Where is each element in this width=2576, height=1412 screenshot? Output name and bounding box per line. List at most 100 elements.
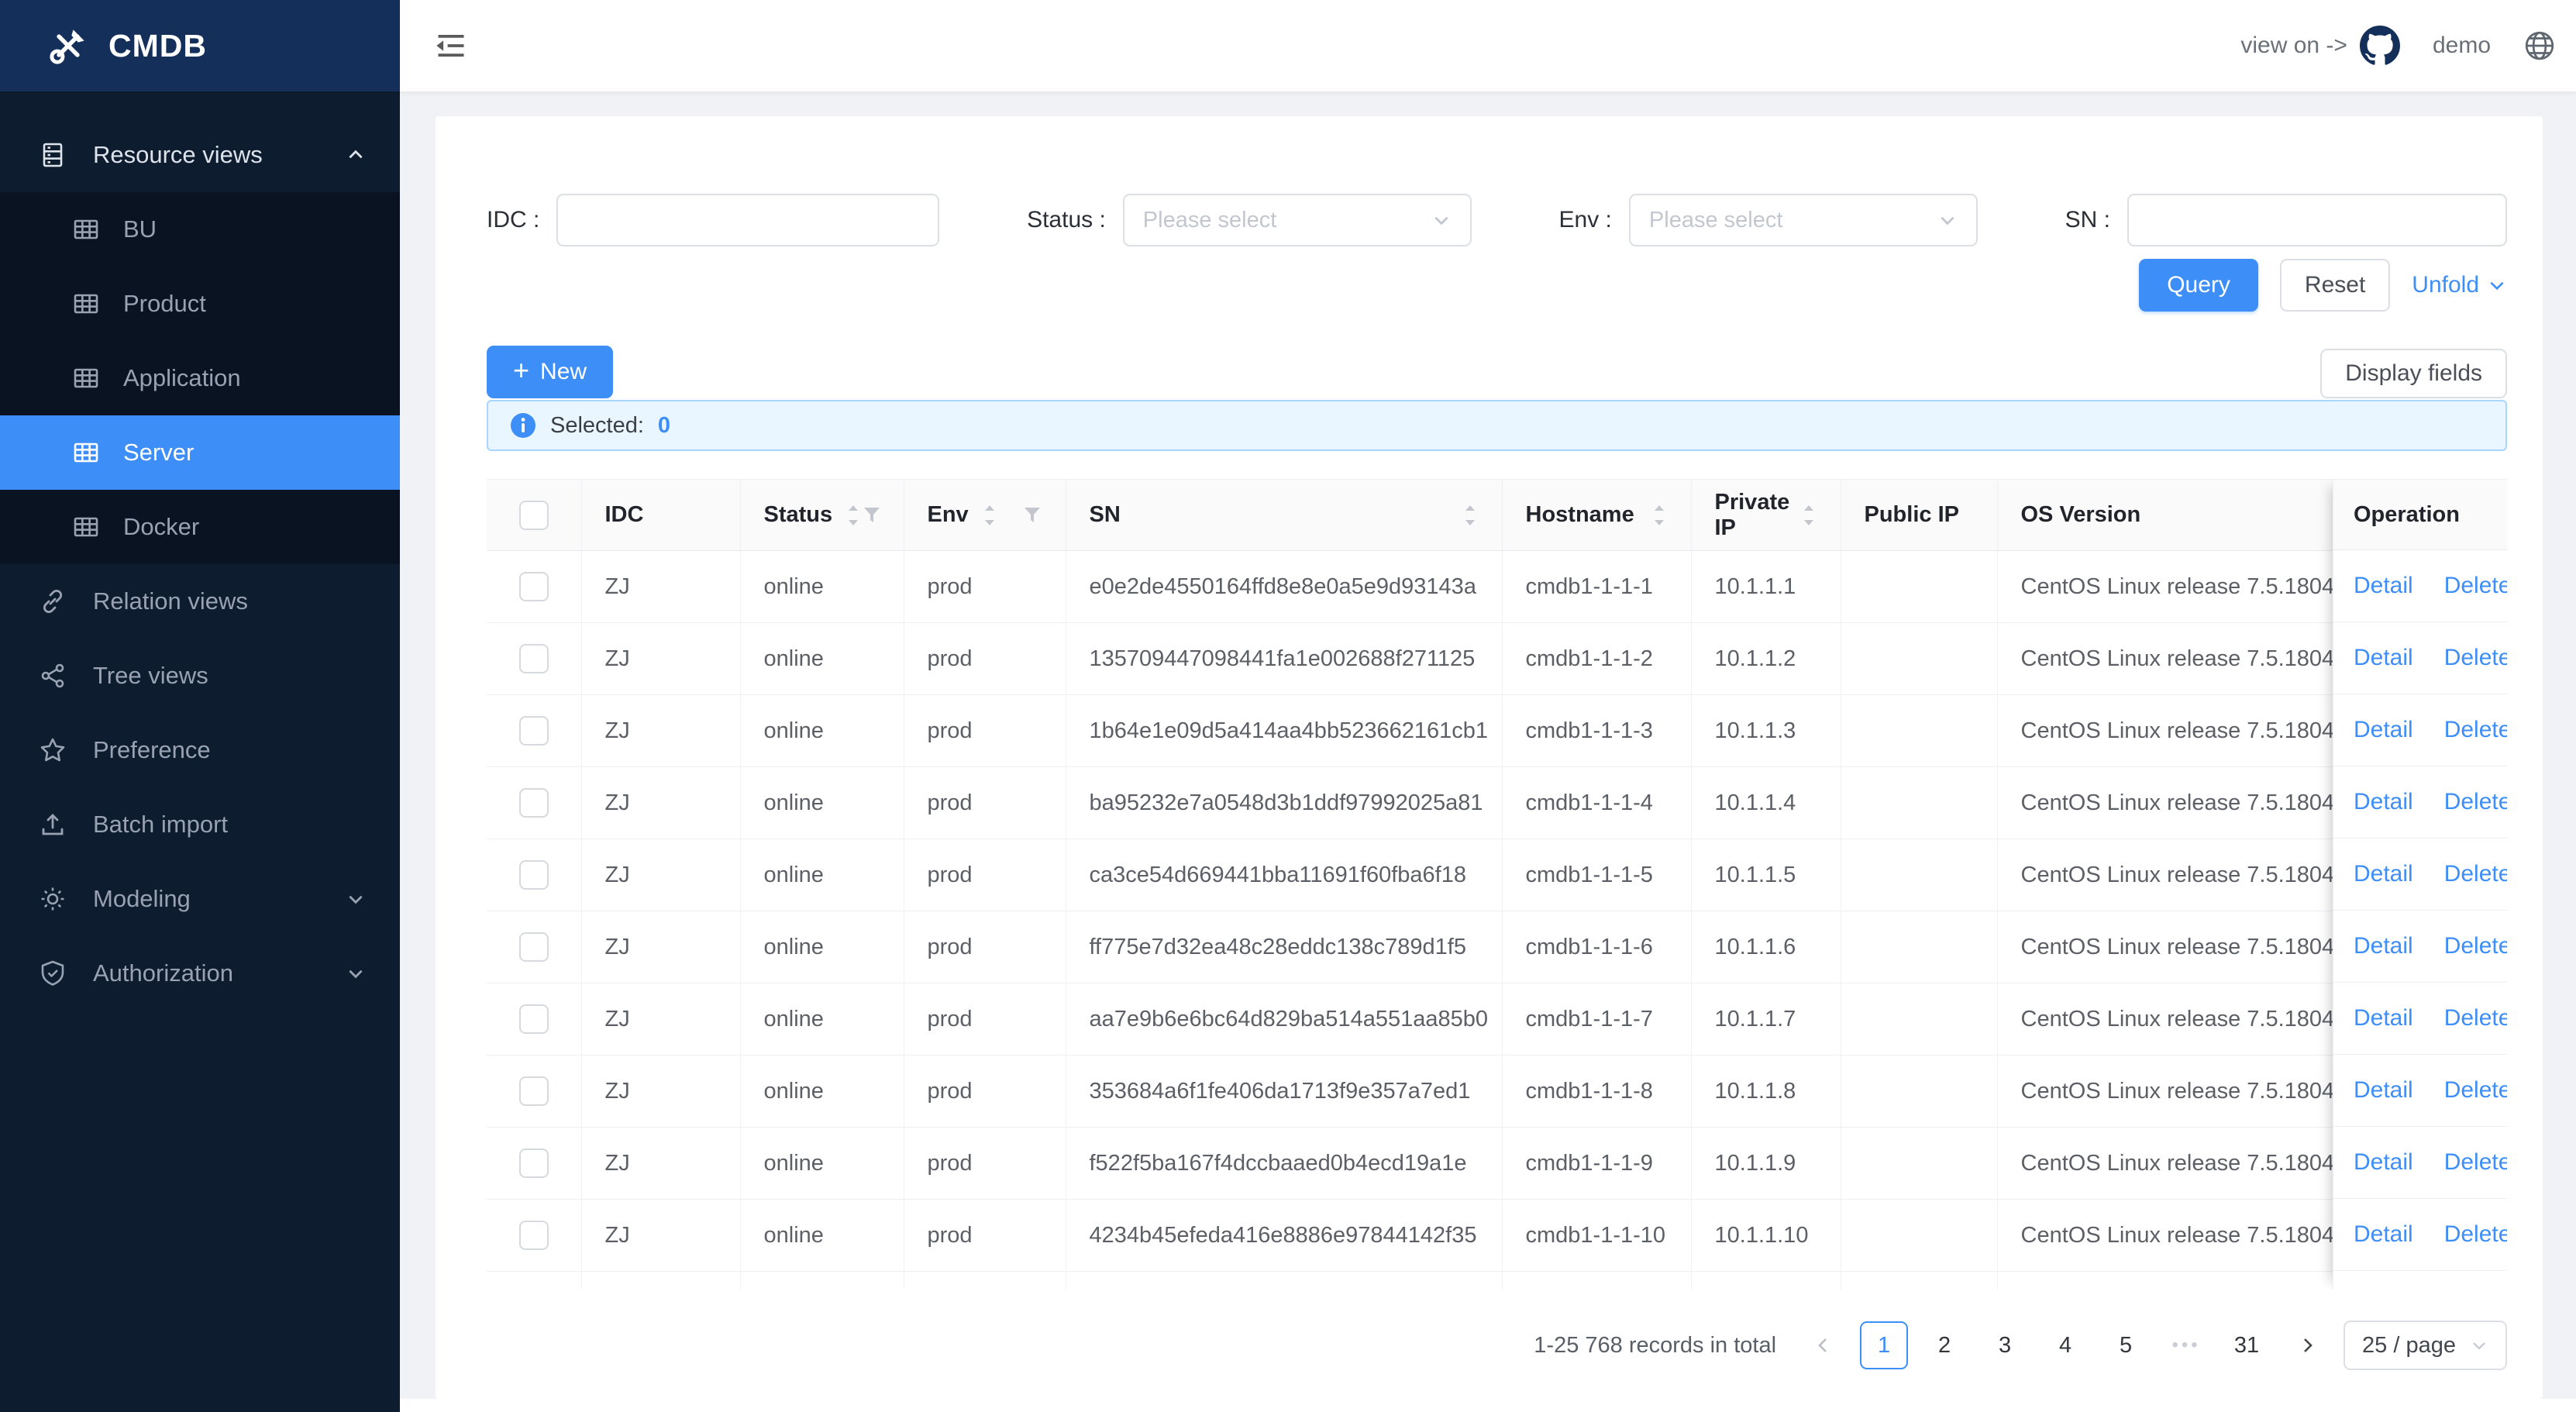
menu-fold-icon[interactable] — [434, 29, 468, 63]
detail-link[interactable]: Detail — [2354, 1077, 2413, 1104]
detail-link[interactable]: Detail — [2354, 933, 2413, 959]
row-checkbox[interactable] — [519, 716, 549, 746]
cell-public_ip — [1841, 551, 1997, 623]
filter-group-idc: IDC : — [487, 194, 939, 246]
filter-funnel-icon[interactable] — [1022, 505, 1042, 525]
query-button[interactable]: Query — [2139, 259, 2258, 312]
sidebar-item-modeling[interactable]: Modeling — [0, 862, 400, 936]
sidebar-item-bu[interactable]: BU — [0, 192, 400, 267]
delete-link[interactable]: Delete — [2444, 573, 2507, 599]
sn-input[interactable] — [2127, 194, 2507, 246]
unfold-link[interactable]: Unfold — [2412, 272, 2507, 298]
cell-idc — [581, 1272, 740, 1290]
username[interactable]: demo — [2433, 33, 2491, 59]
table-row: ZJonlineprod353684a6f1fe406da1713f9e357a… — [487, 1056, 2507, 1128]
tools-logo-icon — [48, 26, 88, 66]
display-fields-button[interactable]: Display fields — [2320, 349, 2507, 398]
page-button-1[interactable]: 1 — [1860, 1321, 1908, 1369]
gear-icon — [39, 885, 67, 913]
cell-status: online — [740, 1128, 904, 1200]
sidebar-item-docker[interactable]: Docker — [0, 490, 400, 564]
env-select[interactable]: Please select — [1629, 194, 1978, 246]
cell-status: online — [740, 983, 904, 1056]
detail-link[interactable]: Detail — [2354, 645, 2413, 671]
column-label: IDC — [605, 502, 644, 528]
cell-env: prod — [904, 911, 1066, 983]
row-checkbox[interactable] — [519, 644, 549, 673]
shield-icon — [39, 959, 67, 987]
detail-link[interactable]: Detail — [2354, 1149, 2413, 1176]
detail-link[interactable]: Detail — [2354, 717, 2413, 743]
cell-status: online — [740, 695, 904, 767]
sidebar-item-authorization[interactable]: Authorization — [0, 936, 400, 1011]
new-button[interactable]: + New — [487, 346, 613, 398]
select-all-checkbox[interactable] — [519, 501, 549, 530]
view-on-github-link[interactable]: view on -> — [2240, 26, 2400, 66]
detail-link[interactable]: Detail — [2354, 861, 2413, 887]
sidebar-item-server[interactable]: Server — [0, 415, 400, 490]
delete-link[interactable]: Delete — [2444, 717, 2507, 743]
sort-carets-icon[interactable] — [1651, 505, 1668, 526]
page-button-2[interactable]: 2 — [1920, 1321, 1968, 1369]
delete-link[interactable]: Delete — [2444, 933, 2507, 959]
sidebar-item-application[interactable]: Application — [0, 341, 400, 415]
sidebar-item-tree-views[interactable]: Tree views — [0, 639, 400, 713]
row-checkbox[interactable] — [519, 860, 549, 890]
page-button-4[interactable]: 4 — [2041, 1321, 2089, 1369]
cell-idc: ZJ — [581, 1200, 740, 1272]
sort-carets-icon[interactable] — [845, 505, 862, 526]
language-globe-icon[interactable] — [2523, 29, 2556, 62]
status-select[interactable]: Please select — [1123, 194, 1472, 246]
pages-ellipsis[interactable]: ••• — [2162, 1321, 2210, 1369]
delete-link[interactable]: Delete — [2444, 645, 2507, 671]
app-logo[interactable]: CMDB — [0, 0, 400, 91]
detail-link[interactable]: Detail — [2354, 1005, 2413, 1031]
delete-link[interactable]: Delete — [2444, 861, 2507, 887]
row-checkbox[interactable] — [519, 1221, 549, 1250]
delete-link[interactable]: Delete — [2444, 1005, 2507, 1031]
delete-link[interactable]: Delete — [2444, 1221, 2507, 1248]
sidebar-item-product[interactable]: Product — [0, 267, 400, 341]
sidebar-item-batch-import[interactable]: Batch import — [0, 787, 400, 862]
delete-link[interactable]: Delete — [2444, 1149, 2507, 1176]
records-total: 1-25 768 records in total — [1534, 1333, 1776, 1359]
sort-carets-icon[interactable] — [1800, 505, 1817, 526]
sidebar-item-preference[interactable]: Preference — [0, 713, 400, 787]
sort-carets-icon[interactable] — [981, 505, 998, 526]
detail-link[interactable]: Detail — [2354, 1221, 2413, 1248]
pagination: 1-25 768 records in total 12345••• 31 25 … — [487, 1321, 2507, 1370]
detail-link[interactable]: Detail — [2354, 573, 2413, 599]
row-checkbox[interactable] — [519, 572, 549, 601]
chevron-up-icon — [346, 145, 366, 165]
page-button-5[interactable]: 5 — [2102, 1321, 2150, 1369]
row-checkbox[interactable] — [519, 788, 549, 818]
prev-page-button[interactable] — [1799, 1321, 1848, 1369]
delete-link[interactable]: Delete — [2444, 1077, 2507, 1104]
operation-cell: Detail Delete — [2333, 911, 2507, 983]
reset-button[interactable]: Reset — [2280, 259, 2390, 312]
row-checkbox[interactable] — [519, 932, 549, 962]
row-checkbox[interactable] — [519, 1149, 549, 1178]
filter-funnel-icon[interactable] — [862, 505, 882, 525]
sidebar-item-relation-views[interactable]: Relation views — [0, 564, 400, 639]
cell-idc: ZJ — [581, 911, 740, 983]
filter-group-sn: SN : — [2065, 194, 2507, 246]
row-checkbox[interactable] — [519, 1076, 549, 1106]
page-button-last[interactable]: 31 — [2223, 1321, 2271, 1369]
chevron-down-icon — [1937, 210, 1958, 230]
page-button-3[interactable]: 3 — [1981, 1321, 2029, 1369]
detail-link[interactable]: Detail — [2354, 789, 2413, 815]
sort-carets-icon[interactable] — [1462, 505, 1479, 526]
next-page-button[interactable] — [2283, 1321, 2331, 1369]
cell-private_ip: 10.1.1.5 — [1691, 839, 1841, 911]
idc-input[interactable] — [556, 194, 939, 246]
delete-link[interactable]: Delete — [2444, 789, 2507, 815]
page-size-select[interactable]: 25 / page — [2344, 1321, 2507, 1370]
row-checkbox[interactable] — [519, 1004, 549, 1034]
rack-icon — [39, 141, 67, 169]
sidebar-item-label: Tree views — [93, 662, 208, 690]
cell-status — [740, 1272, 904, 1290]
sidebar-item-resource-views[interactable]: Resource views — [0, 118, 400, 192]
table-row: ZJonlineprodba95232e7a0548d3b1ddf9799202… — [487, 767, 2507, 839]
cell-status: online — [740, 623, 904, 695]
